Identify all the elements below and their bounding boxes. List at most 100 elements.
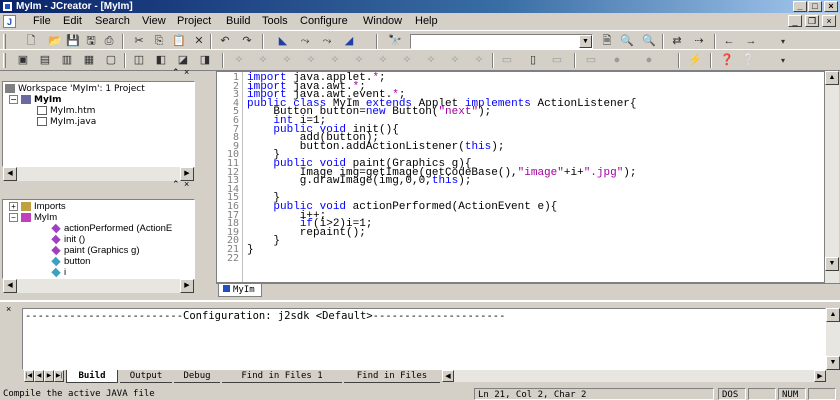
class-node[interactable]: − MyIm xyxy=(9,213,57,223)
help-icon[interactable]: ❓ xyxy=(718,52,736,69)
member-node[interactable]: init () xyxy=(51,235,85,245)
compile-project-icon[interactable]: ▯ xyxy=(524,52,542,69)
find-icon[interactable]: 🔭 xyxy=(386,33,404,50)
maximize-button[interactable]: □ xyxy=(808,1,822,12)
output-pane-icon[interactable]: ▥ xyxy=(58,52,76,69)
tab-myim[interactable]: MyIm xyxy=(218,284,262,297)
output-vscroll[interactable]: ▲ ▼ xyxy=(826,308,840,370)
tab-debug[interactable]: Debug xyxy=(174,370,220,383)
pane-close-icon[interactable]: × xyxy=(6,304,11,314)
cascade-icon[interactable]: ◫ xyxy=(130,52,148,69)
menu-build[interactable]: Build xyxy=(223,13,253,30)
member-node[interactable]: paint (Graphics g) xyxy=(51,246,140,256)
pane-dock-icon[interactable]: ⌃ xyxy=(172,179,180,190)
tab-prev-icon[interactable]: ◀ xyxy=(34,370,44,382)
redo-icon[interactable]: ↷ xyxy=(238,33,256,50)
file-node-htm[interactable]: MyIm.htm xyxy=(37,106,95,116)
menu-file[interactable]: File xyxy=(30,13,54,30)
menu-search[interactable]: Search xyxy=(92,13,133,30)
editor-pane-icon[interactable]: ▢ xyxy=(102,52,120,69)
goto-icon[interactable]: ⇢ xyxy=(690,33,708,50)
find-prev-icon[interactable]: 🔍 xyxy=(640,33,658,50)
editor-vscroll[interactable]: ▲ ▼ xyxy=(825,71,839,283)
minimize-button[interactable]: _ xyxy=(793,1,807,12)
tile-icon[interactable]: ◧ xyxy=(152,52,170,69)
menu-configure[interactable]: Configure xyxy=(297,13,351,30)
output-hscroll[interactable]: ◀ ▶ xyxy=(442,370,826,382)
collapse-icon[interactable]: − xyxy=(9,213,18,222)
toolbar-overflow-icon[interactable]: ▾ xyxy=(774,52,792,69)
toolbar-grip[interactable] xyxy=(3,34,6,49)
file-node-java[interactable]: MyIm.java xyxy=(37,117,96,127)
pane-close-icon[interactable]: × xyxy=(184,67,189,77)
scroll-right-icon[interactable]: ▶ xyxy=(180,279,194,293)
paste-icon[interactable]: 📋 xyxy=(170,33,188,50)
scroll-down-icon[interactable]: ▼ xyxy=(825,257,839,271)
back-icon[interactable]: ← xyxy=(720,33,738,50)
fullscreen-icon[interactable]: ▦ xyxy=(80,52,98,69)
menu-view[interactable]: View xyxy=(139,13,169,30)
copy-icon[interactable]: ⎘ xyxy=(150,33,168,50)
chevron-down-icon[interactable]: ▼ xyxy=(579,35,592,48)
collapse-icon[interactable]: − xyxy=(9,95,18,104)
code-line[interactable]: g.drawImage(img,0,0,this); xyxy=(247,176,472,187)
stop-icon[interactable]: ⚡ xyxy=(686,52,704,69)
member-node[interactable]: button xyxy=(51,257,90,267)
save-icon[interactable]: 💾 xyxy=(64,33,82,50)
bookmark-prev-icon[interactable]: ⤳ xyxy=(318,33,336,50)
tab-build[interactable]: Build xyxy=(66,370,118,383)
tab-find-in-files[interactable]: Find in Files xyxy=(344,370,440,383)
scroll-up-icon[interactable]: ▲ xyxy=(826,308,840,322)
workspace-pane-icon[interactable]: ▣ xyxy=(14,52,32,69)
menu-project[interactable]: Project xyxy=(174,13,214,30)
scroll-left-icon[interactable]: ◀ xyxy=(442,370,454,382)
mdi-minimize-button[interactable]: _ xyxy=(788,15,802,27)
member-node[interactable]: i xyxy=(51,268,66,278)
print-icon[interactable]: ⎙ xyxy=(100,33,118,50)
context-help-icon[interactable]: ❔ xyxy=(740,52,758,69)
toolbar-overflow-icon[interactable]: ▾ xyxy=(774,33,792,50)
expand-icon[interactable]: + xyxy=(9,202,18,211)
open-folder-icon[interactable]: 📂 xyxy=(46,33,64,50)
new-file-icon[interactable]: 🗋 xyxy=(22,33,40,50)
scroll-left-icon[interactable]: ◀ xyxy=(3,279,17,293)
close-window-button[interactable]: × xyxy=(824,1,838,12)
scroll-down-icon[interactable]: ▼ xyxy=(826,356,840,370)
code-line[interactable]: } xyxy=(247,245,254,256)
classview-pane-icon[interactable]: ▤ xyxy=(36,52,54,69)
menu-edit[interactable]: Edit xyxy=(60,13,85,30)
code-line[interactable]: button.addActionListener(this); xyxy=(247,141,505,152)
pane-dock-icon[interactable]: ⌃ xyxy=(172,67,180,78)
tab-find-in-files-1[interactable]: Find in Files 1 xyxy=(222,370,342,383)
bookmark-icon[interactable]: ◣ xyxy=(274,33,292,50)
bookmark-next-icon[interactable]: ⤳ xyxy=(296,33,314,50)
classview-hscroll[interactable]: ◀ ▶ xyxy=(3,279,194,293)
tab-first-icon[interactable]: |◀ xyxy=(24,370,34,382)
scroll-up-icon[interactable]: ▲ xyxy=(825,71,839,85)
replace-icon[interactable]: ⇄ xyxy=(668,33,686,50)
undo-icon[interactable]: ↶ xyxy=(216,33,234,50)
scroll-right-icon[interactable]: ▶ xyxy=(814,370,826,382)
find-in-files-icon[interactable]: 🗎 xyxy=(598,33,616,50)
mdi-restore-button[interactable]: ❐ xyxy=(805,15,819,27)
build-output-text[interactable]: -------------------------Configuration: … xyxy=(22,308,826,370)
member-node[interactable]: actionPerformed (ActionE xyxy=(51,224,172,234)
menu-help[interactable]: Help xyxy=(412,13,441,30)
pane-close-icon[interactable]: × xyxy=(184,179,189,189)
find-combo[interactable]: ▼ xyxy=(410,34,593,49)
menu-window[interactable]: Window xyxy=(360,13,405,30)
find-next-icon[interactable]: 🔍 xyxy=(618,33,636,50)
code-editor[interactable]: 1 2 3 4 5 6 7 8 9 10 11 12 13 14 15 16 17 18 19 20 21 22 impo… xyxy=(216,71,825,283)
project-node[interactable]: − MyIm xyxy=(9,95,62,105)
imports-node[interactable]: + Imports xyxy=(9,202,66,212)
save-all-icon[interactable]: 🖫 xyxy=(82,33,100,50)
tab-output[interactable]: Output xyxy=(120,370,172,383)
scroll-left-icon[interactable]: ◀ xyxy=(3,167,17,181)
workspace-node[interactable]: Workspace 'MyIm': 1 Project xyxy=(5,84,145,94)
document-icon[interactable] xyxy=(3,14,16,31)
cut-icon[interactable]: ✂ xyxy=(130,33,148,50)
workspace-hscroll[interactable]: ◀ ▶ xyxy=(3,167,194,181)
tab-last-icon[interactable]: ▶| xyxy=(54,370,64,382)
clear-bookmarks-icon[interactable]: ◢ xyxy=(340,33,358,50)
delete-icon[interactable]: ✕ xyxy=(190,33,208,50)
